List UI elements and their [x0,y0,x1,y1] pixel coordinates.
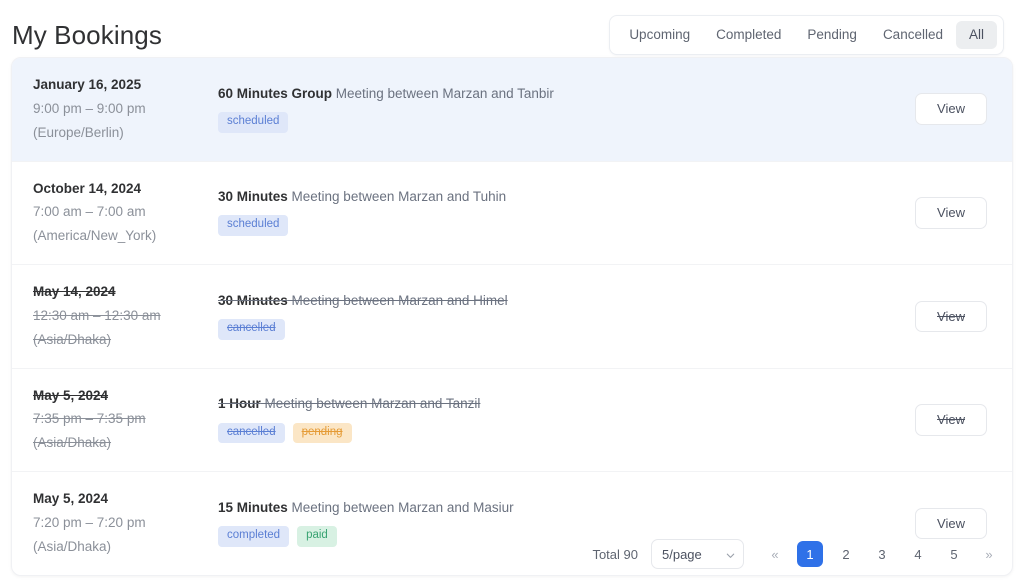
pagination-page-5[interactable]: 5 [941,541,967,567]
pagination-prev-button[interactable]: « [762,541,788,567]
booking-time: 7:20 pm – 7:20 pm [33,514,146,530]
status-badge: pending [292,422,352,444]
pagination-page-2[interactable]: 2 [833,541,859,567]
booking-title: 30 Minutes Meeting between Marzan and Hi… [218,293,867,309]
booking-date: May 14, 2024 [33,284,116,300]
booking-title: 30 Minutes Meeting between Marzan and Tu… [218,189,867,205]
status-badge: cancelled [218,319,285,340]
booking-title: 1 Hour Meeting between Marzan and Tanzil [218,396,867,412]
booking-duration: 30 Minutes [218,292,288,308]
tab-pending[interactable]: Pending [794,21,870,49]
booking-title: 60 Minutes Group Meeting between Marzan … [218,86,867,102]
booking-actions: View [867,197,990,229]
booking-when: May 5, 2024 7:20 pm – 7:20 pm (Asia/Dhaka) [33,491,218,555]
booking-actions: View [867,507,990,540]
pagination-pages: 12345 [792,541,972,567]
booking-when: May 5, 2024 7:35 pm – 7:35 pm (Asia/Dhaka) [33,387,218,452]
pagination: Total 90 5/page « 12345 » [592,539,1006,569]
page-size-select[interactable]: 5/page [651,539,744,569]
tab-completed[interactable]: Completed [703,21,794,49]
booking-timezone: (Asia/Dhaka) [33,538,112,554]
status-badge: completed [218,526,290,547]
total-count-label: Total 90 [592,546,638,562]
booking-duration: 15 Minutes [218,499,288,515]
filter-tabs: Upcoming Completed Pending Cancelled All [609,14,1004,56]
booking-description: Meeting between Marzan and Tuhin [287,189,507,205]
view-button[interactable]: View [915,300,987,333]
booking-timezone: (Europe/Berlin) [33,124,124,140]
booking-date: January 16, 2025 [33,77,142,92]
booking-actions: View [867,404,990,436]
booking-date: October 14, 2024 [33,180,142,196]
pagination-next-button[interactable]: » [976,541,1002,567]
pagination-page-3[interactable]: 3 [869,541,895,567]
booking-description: Meeting between Marzan and Tanzil [260,396,481,412]
booking-duration: 30 Minutes [218,189,288,205]
chevron-down-icon [725,550,735,559]
booking-date: May 5, 2024 [33,387,109,403]
booking-date: May 5, 2024 [33,491,109,507]
view-button[interactable]: View [915,197,987,229]
booking-when: October 14, 2024 7:00 am – 7:00 am (Americ… [33,180,218,245]
bookings-list: January 16, 2025 9:00 pm – 9:00 pm (Europe… [12,58,1012,575]
booking-description: Meeting between Marzan and Masiur [287,499,514,515]
status-badge: scheduled [218,111,289,133]
booking-description: Meeting between Marzan and Tanbir [332,85,554,101]
booking-info: 30 Minutes Meeting between Marzan and Tu… [218,189,867,237]
page-title: My Bookings [12,20,162,50]
table-row[interactable]: January 16, 2025 9:00 pm – 9:00 pm (Europe… [12,58,1012,162]
booking-time: 7:35 pm – 7:35 pm [33,411,146,427]
tab-cancelled[interactable]: Cancelled [870,21,956,49]
badge-group: cancelled pending [218,422,867,444]
booking-timezone: (America/New_York) [33,228,157,244]
booking-info: 30 Minutes Meeting between Marzan and Hi… [218,293,867,340]
bookings-card: January 16, 2025 9:00 pm – 9:00 pm (Europe… [11,57,1013,576]
page-size-value: 5/page [662,546,702,562]
booking-timezone: (Asia/Dhaka) [33,435,112,451]
view-button[interactable]: View [915,404,987,436]
booking-duration: 1 Hour [218,396,261,412]
booking-actions: View [867,300,990,333]
badge-group: cancelled [218,319,867,340]
pagination-page-1[interactable]: 1 [797,541,823,567]
tab-all[interactable]: All [955,20,997,50]
badge-group: scheduled [218,111,867,133]
booking-description: Meeting between Marzan and Himel [287,292,508,308]
booking-when: January 16, 2025 9:00 pm – 9:00 pm (Europe… [33,77,218,141]
status-badge: cancelled [218,422,285,444]
table-row[interactable]: October 14, 2024 7:00 am – 7:00 am (Americ… [12,162,1012,266]
booking-actions: View [867,93,990,126]
pagination-page-4[interactable]: 4 [905,541,931,567]
booking-time: 7:00 am – 7:00 am [33,204,146,220]
status-badge: paid [297,526,337,547]
booking-timezone: (Asia/Dhaka) [33,331,112,347]
booking-time: 9:00 pm – 9:00 pm [33,100,146,116]
status-badge: scheduled [218,215,289,237]
table-row[interactable]: May 5, 2024 7:35 pm – 7:35 pm (Asia/Dhaka)… [12,369,1012,473]
booking-info: 60 Minutes Group Meeting between Marzan … [218,86,867,133]
tab-upcoming[interactable]: Upcoming [616,21,703,49]
view-button[interactable]: View [915,507,987,540]
booking-info: 1 Hour Meeting between Marzan and Tanzil… [218,396,867,444]
booking-when: May 14, 2024 12:30 am – 12:30 am (Asia/Dha… [33,284,218,348]
view-button[interactable]: View [915,93,987,126]
booking-time: 12:30 am – 12:30 am [33,307,161,323]
booking-title: 15 Minutes Meeting between Marzan and Ma… [218,500,867,516]
bookings-page: My Bookings Upcoming Completed Pending Canc… [0,0,1024,585]
booking-duration: 60 Minutes Group [218,85,333,101]
table-row[interactable]: May 14, 2024 12:30 am – 12:30 am (Asia/Dha… [12,265,1012,369]
badge-group: scheduled [218,215,867,237]
